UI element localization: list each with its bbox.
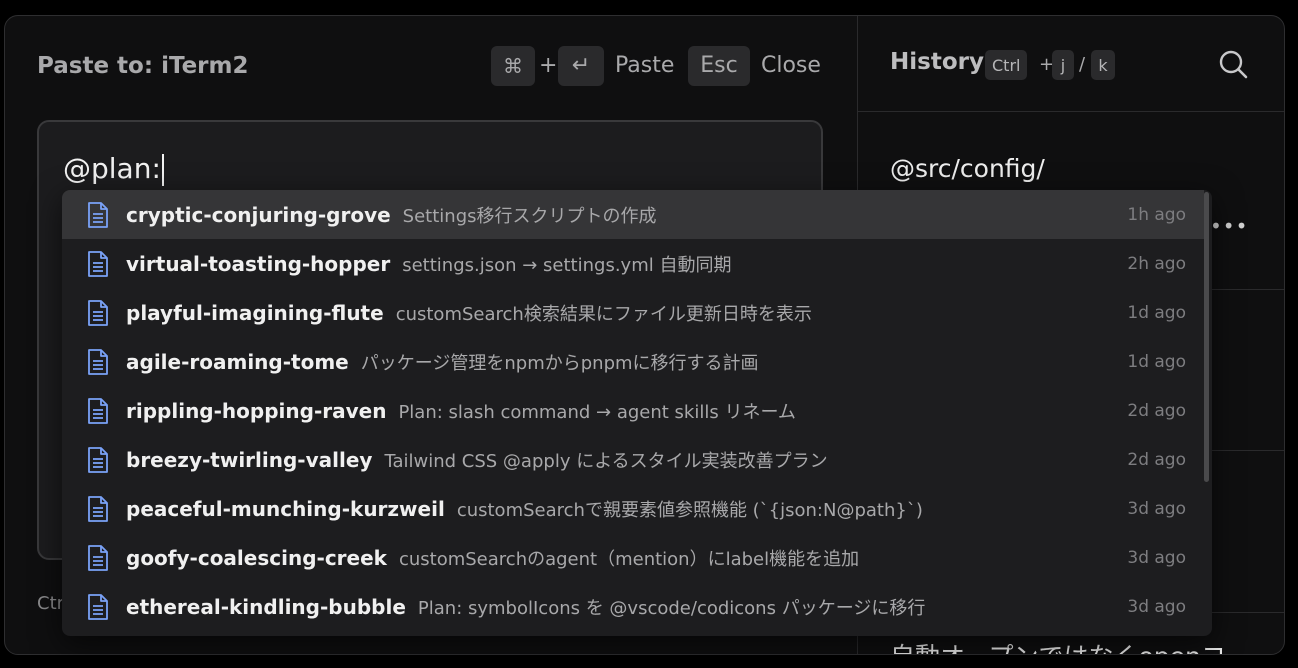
suggestion-name: breezy-twirling-valley bbox=[126, 447, 373, 472]
suggestion-name: goofy-coalescing-creek bbox=[126, 545, 387, 570]
file-icon bbox=[88, 594, 108, 620]
suggestion-time: 3d ago bbox=[1127, 596, 1186, 617]
suggestion-row[interactable]: goofy-coalescing-creek customSearchのagent… bbox=[62, 533, 1204, 582]
suggestion-label: goofy-coalescing-creek customSearchのagent… bbox=[126, 545, 859, 571]
suggestion-description: Tailwind CSS @apply によるスタイル実装改善プラン bbox=[384, 450, 828, 472]
history-item-text: @src/config/ bbox=[890, 154, 1045, 183]
file-icon bbox=[88, 496, 108, 522]
suggestion-name: agile-roaming-tome bbox=[126, 349, 349, 374]
suggestion-row[interactable]: breezy-twirling-valley Tailwind CSS @appl… bbox=[62, 435, 1204, 484]
suggestion-row[interactable]: virtual-toasting-hopper settings.json → s… bbox=[62, 239, 1204, 288]
suggestion-description: customSearch検索結果にファイル更新日時を表示 bbox=[395, 303, 812, 325]
more-options-icon[interactable]: ••• bbox=[1210, 214, 1248, 238]
suggestion-label: rippling-hopping-raven Plan: slash comman… bbox=[126, 398, 796, 424]
editor-value: @plan: bbox=[63, 152, 161, 185]
suggestion-label: agile-roaming-tome パッケージ管理をnpmからpnpmに移行する… bbox=[126, 349, 759, 375]
plan-suggestion-dropdown: cryptic-conjuring-grove Settings移行スクリプトの作… bbox=[62, 190, 1212, 636]
suggestion-description: customSearchのagent（mention）にlabel機能を追加 bbox=[398, 548, 860, 570]
suggestion-name: playful-imagining-flute bbox=[126, 300, 384, 325]
close-button[interactable]: Close bbox=[761, 46, 821, 86]
suggestion-label: ethereal-kindling-bubble Plan: symbolIcon… bbox=[126, 594, 925, 620]
history-slash: / bbox=[1079, 54, 1086, 75]
file-icon bbox=[88, 545, 108, 571]
search-icon[interactable] bbox=[1218, 49, 1248, 79]
plus-separator: + bbox=[539, 53, 558, 78]
dropdown-scrollbar[interactable] bbox=[1204, 192, 1209, 482]
suggestion-row[interactable]: ethereal-kindling-bubble Plan: symbolIcon… bbox=[62, 582, 1204, 631]
suggestion-description: Settings移行スクリプトの作成 bbox=[402, 205, 657, 227]
file-icon bbox=[88, 447, 108, 473]
suggestion-row[interactable]: cryptic-conjuring-grove Settings移行スクリプトの作… bbox=[62, 190, 1204, 239]
suggestion-row[interactable]: peaceful-munching-kurzweil customSearchで親… bbox=[62, 484, 1204, 533]
history-title: History bbox=[890, 49, 984, 75]
suggestion-time: 1d ago bbox=[1127, 302, 1186, 323]
file-icon bbox=[88, 300, 108, 326]
history-item-text: 自動オープンではなくopenコ bbox=[890, 637, 1226, 654]
suggestion-label: peaceful-munching-kurzweil customSearchで親… bbox=[126, 496, 923, 522]
suggestion-description: customSearchで親要素値参照機能 (`{json:N@path}`) bbox=[456, 499, 923, 521]
suggestion-name: rippling-hopping-raven bbox=[126, 398, 387, 423]
suggestion-name: peaceful-munching-kurzweil bbox=[126, 496, 445, 521]
file-icon bbox=[88, 202, 108, 228]
enter-key: ↵ bbox=[558, 46, 604, 86]
suggestion-time: 1h ago bbox=[1127, 204, 1186, 225]
suggestion-description: settings.json → settings.yml 自動同期 bbox=[402, 254, 732, 276]
suggestion-name: ethereal-kindling-bubble bbox=[126, 594, 406, 619]
esc-key: Esc bbox=[688, 46, 750, 86]
j-key: j bbox=[1052, 50, 1074, 80]
suggestion-name: cryptic-conjuring-grove bbox=[126, 202, 391, 227]
text-caret bbox=[161, 154, 164, 186]
suggestion-time: 1d ago bbox=[1127, 351, 1186, 372]
suggestion-row[interactable]: rippling-hopping-raven Plan: slash comman… bbox=[62, 386, 1204, 435]
suggestion-time: 3d ago bbox=[1127, 547, 1186, 568]
shortcut-hint: Ctr bbox=[37, 593, 65, 614]
suggestion-time: 2h ago bbox=[1127, 253, 1186, 274]
suggestion-row[interactable]: agile-roaming-tome パッケージ管理をnpmからpnpmに移行する… bbox=[62, 337, 1204, 386]
suggestion-time: 2d ago bbox=[1127, 400, 1186, 421]
suggestion-label: virtual-toasting-hopper settings.json → s… bbox=[126, 251, 731, 277]
suggestion-description: Plan: symbolIcons を @vscode/codicons パッケ… bbox=[417, 597, 926, 619]
ctrl-key: Ctrl bbox=[985, 50, 1028, 80]
file-icon bbox=[88, 398, 108, 424]
suggestion-name: virtual-toasting-hopper bbox=[126, 251, 391, 276]
file-icon bbox=[88, 251, 108, 277]
suggestion-description: パッケージ管理をnpmからpnpmに移行する計画 bbox=[360, 352, 759, 374]
suggestion-row[interactable]: playful-imagining-flute customSearch検索結果に… bbox=[62, 288, 1204, 337]
suggestion-label: playful-imagining-flute customSearch検索結果に… bbox=[126, 300, 812, 326]
suggestion-time: 2d ago bbox=[1127, 449, 1186, 470]
paste-button[interactable]: Paste bbox=[615, 46, 674, 86]
suggestion-label: breezy-twirling-valley Tailwind CSS @appl… bbox=[126, 447, 828, 473]
suggestion-time: 3d ago bbox=[1127, 498, 1186, 519]
shortcut-bar: ⌘ + ↵ Paste Esc Close bbox=[5, 46, 857, 88]
editor-input[interactable]: @plan: bbox=[63, 152, 164, 186]
cmd-key: ⌘ bbox=[491, 46, 535, 86]
history-header: History Ctrl + j / k bbox=[858, 16, 1284, 112]
k-key: k bbox=[1091, 50, 1115, 80]
suggestion-label: cryptic-conjuring-grove Settings移行スクリプトの作… bbox=[126, 202, 657, 228]
file-icon bbox=[88, 349, 108, 375]
suggestion-description: Plan: slash command → agent skills リネーム bbox=[398, 401, 796, 423]
